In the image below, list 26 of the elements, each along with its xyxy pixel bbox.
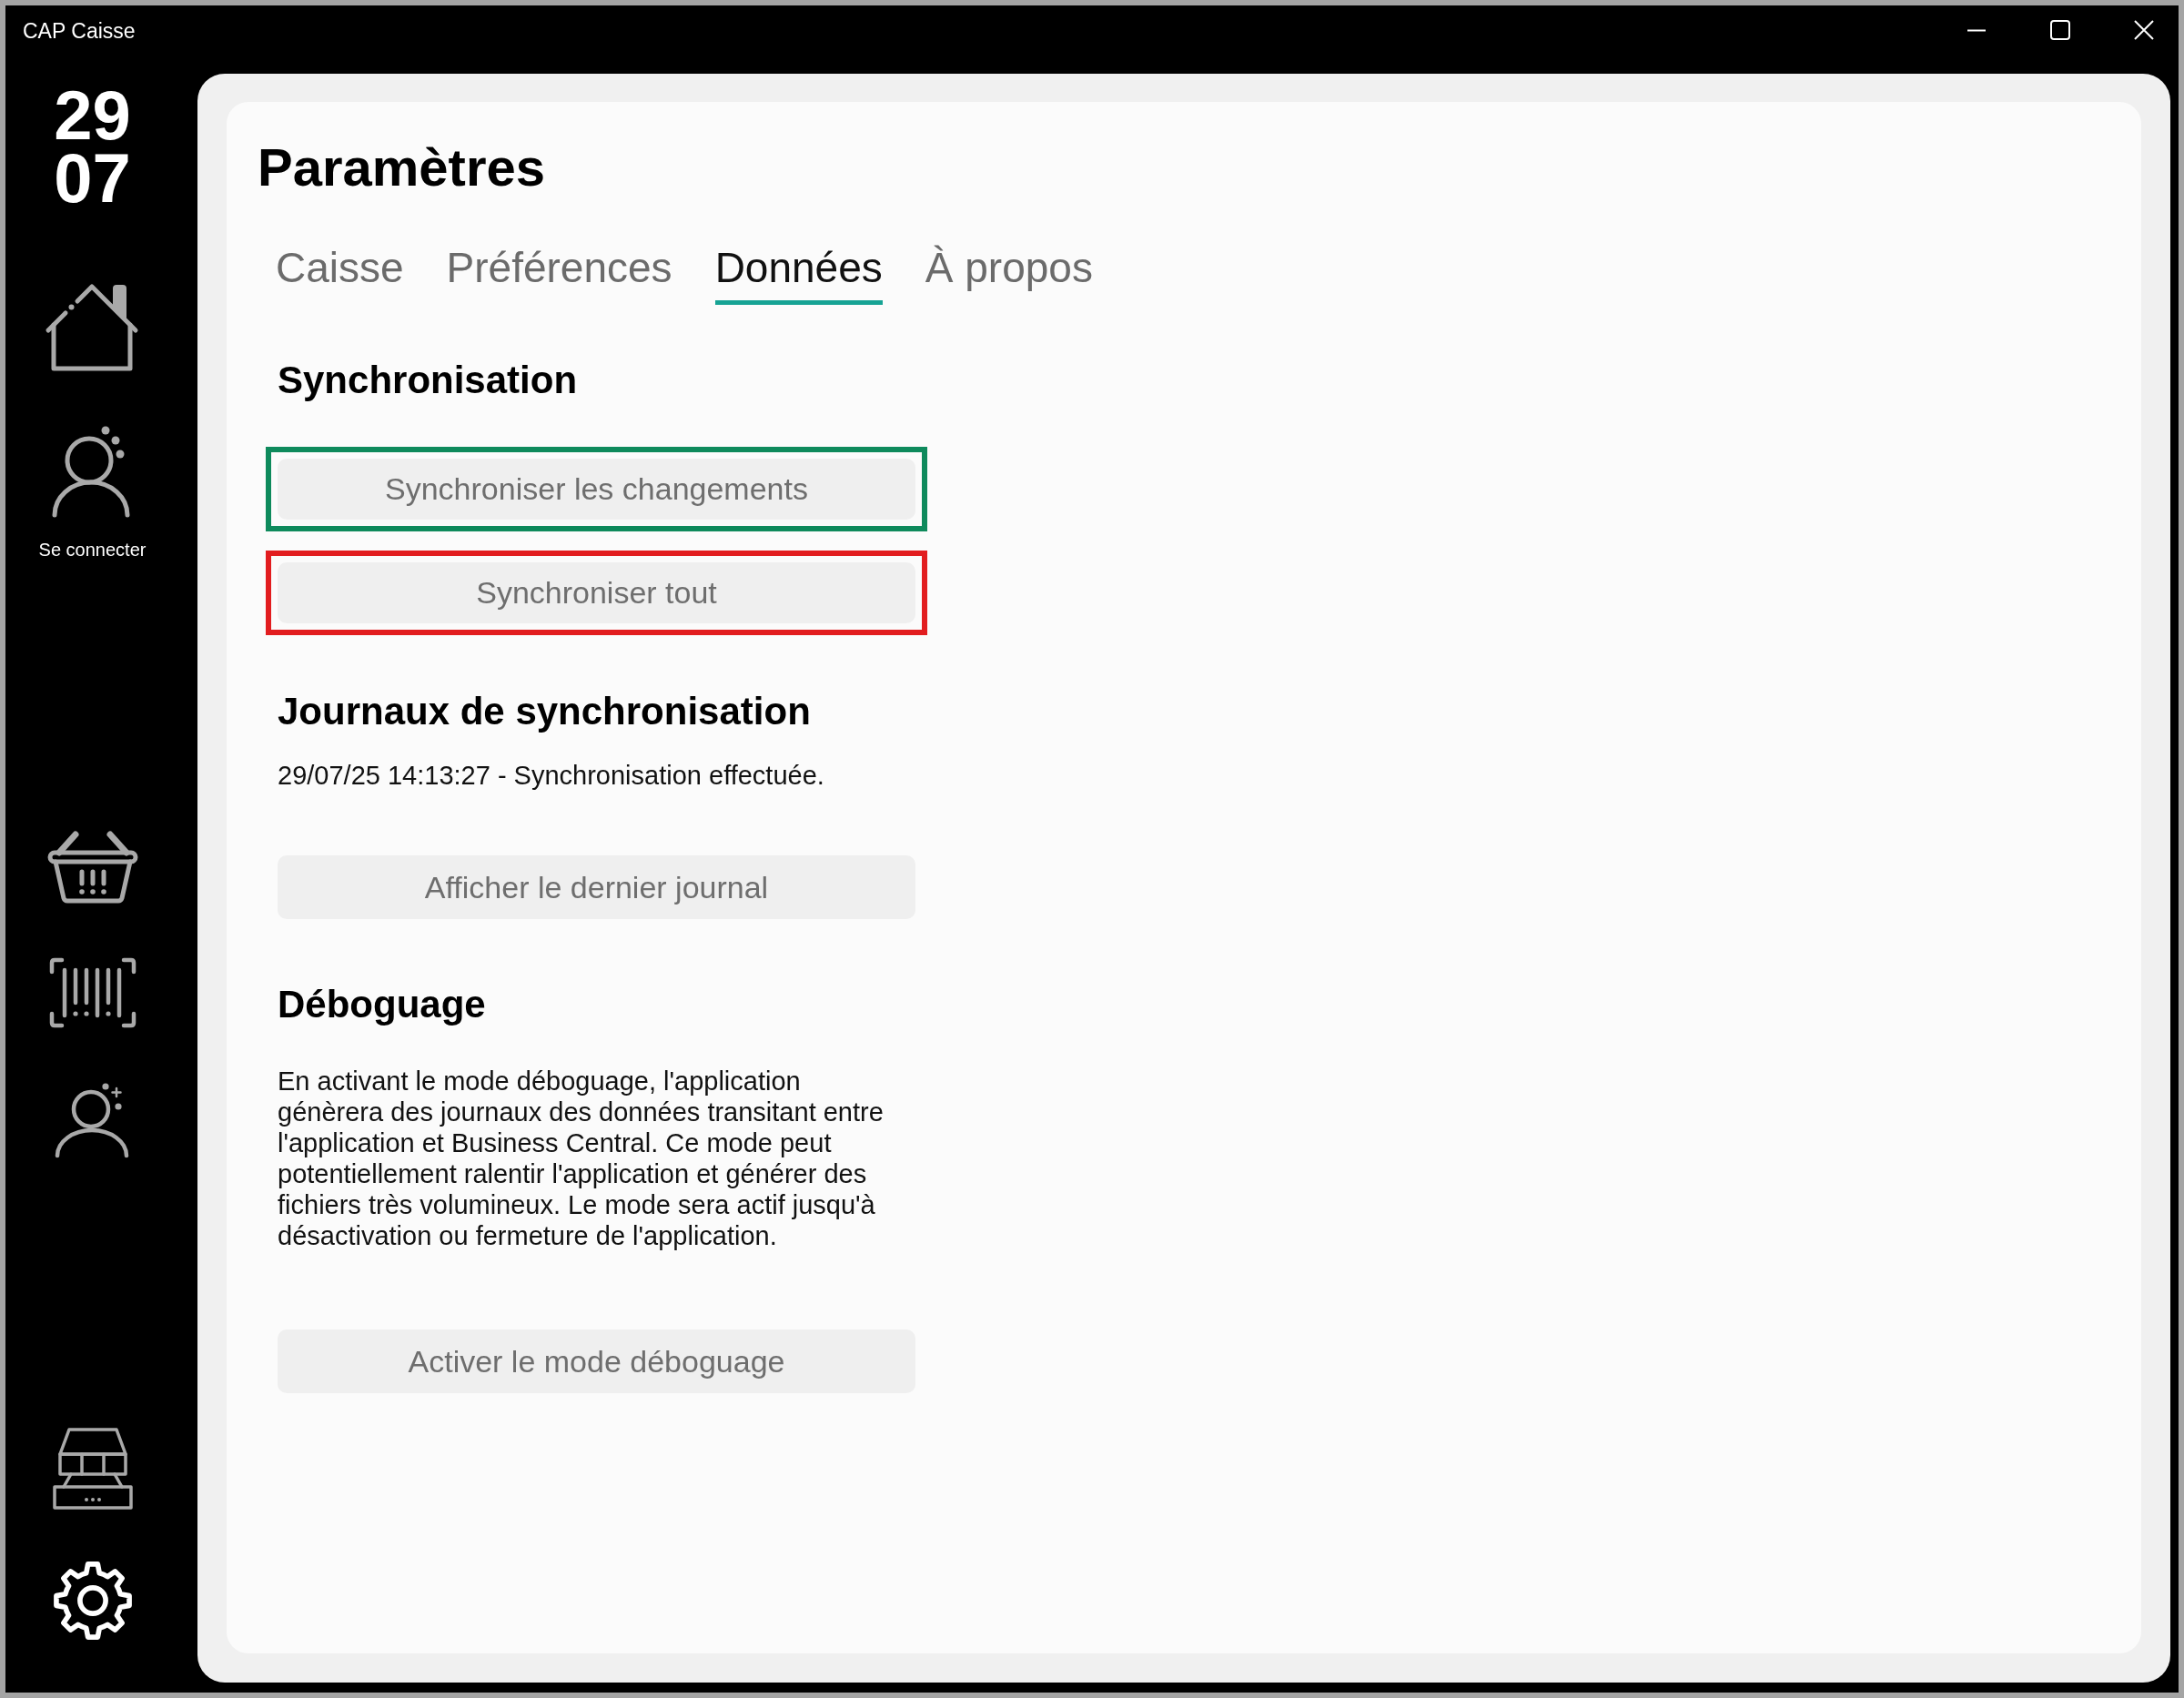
cash-register-icon[interactable] (52, 1427, 133, 1511)
sign-in-button[interactable]: Se connecter (38, 424, 147, 561)
sync-button[interactable]: Synchroniser tout (278, 562, 915, 623)
date-month: 07 (54, 147, 131, 209)
log-entry: 29/07/25 14:13:27 - Synchronisation effectuée. (278, 760, 824, 792)
tab[interactable]: Préférences (446, 242, 672, 305)
basket-icon[interactable] (46, 830, 138, 905)
tab[interactable]: Données (714, 242, 883, 305)
house-icon[interactable] (45, 283, 140, 372)
window-title: CAP Caisse (23, 19, 136, 44)
section-heading: Synchronisation (278, 358, 578, 403)
tab[interactable]: À propos (925, 242, 1093, 305)
debug-description: En activant le mode déboguage, l'application génèrera des journaux des données transitant entre l'application et Business Central. Ce mode peut potentiellement ralentir l'application et générer des fichiers très volumineux. Le mode sera actif jusqu'à désactivation ou fermeture de l'application. (278, 1066, 884, 1251)
debug-mode-button[interactable]: Activer le mode déboguage (278, 1329, 915, 1393)
barcode-icon[interactable] (48, 957, 136, 1028)
close-icon[interactable] (2134, 20, 2154, 40)
tab[interactable]: Caisse (276, 242, 404, 305)
sync-button[interactable]: Synchroniser les changements (278, 459, 915, 520)
section-heading: Journaux de synchronisation (278, 689, 811, 734)
minimize-icon[interactable] (1967, 28, 1987, 32)
page-title: Paramètres (258, 136, 545, 198)
section-heading: Déboguage (278, 982, 486, 1027)
maximize-icon[interactable] (2050, 20, 2070, 40)
person-plus-icon[interactable] (54, 1081, 131, 1159)
show-log-button[interactable]: Afficher le dernier journal (278, 855, 915, 919)
date-day: 29 (54, 84, 131, 147)
